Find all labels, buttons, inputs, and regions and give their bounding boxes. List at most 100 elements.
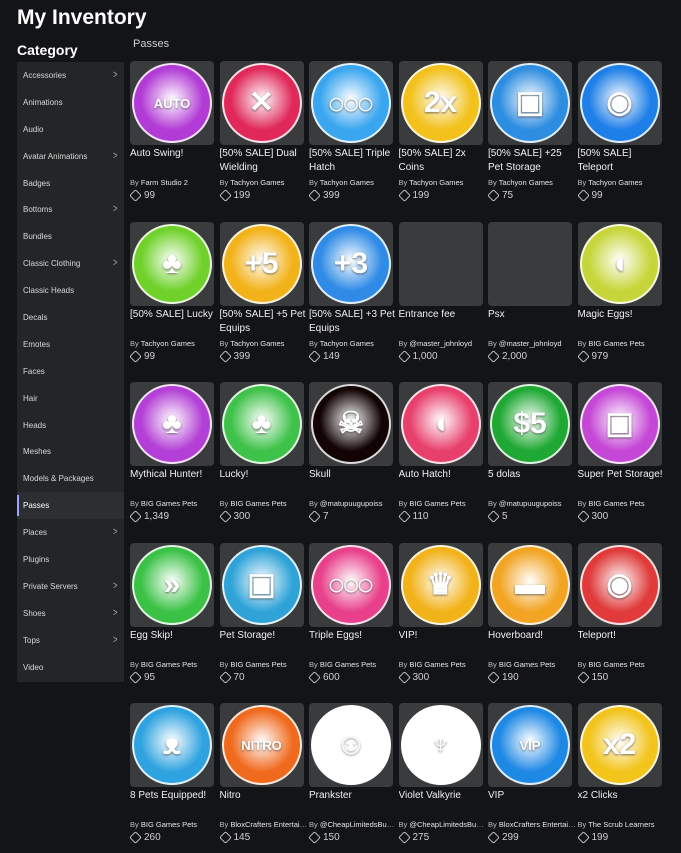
- pass-creator[interactable]: By Tachyon Games: [220, 339, 308, 348]
- sidebar-item-passes[interactable]: Passes: [17, 492, 124, 520]
- creator-name[interactable]: Tachyon Games: [499, 178, 553, 187]
- pass-creator[interactable]: By @master_johnloyd: [399, 339, 487, 348]
- sidebar-item-bottoms[interactable]: Bottoms >: [17, 196, 124, 223]
- pass-card[interactable]: ◉ [50% SALE] Teleport By Tachyon Games 99: [576, 61, 664, 211]
- sidebar-item-classic-heads[interactable]: Classic Heads: [17, 277, 124, 304]
- pass-thumbnail[interactable]: AUTO: [130, 61, 214, 145]
- creator-name[interactable]: BIG Games Pets: [588, 339, 644, 348]
- pass-creator[interactable]: By BIG Games Pets: [220, 660, 308, 669]
- sidebar-item-emotes[interactable]: Emotes: [17, 331, 124, 358]
- pass-name[interactable]: [50% SALE] +5 Pet Equips: [220, 308, 306, 336]
- creator-name[interactable]: BIG Games Pets: [141, 499, 197, 508]
- pass-card[interactable]: ♆ Violet Valkyrie By @CheapLimitedsBuyers 2…: [397, 703, 487, 853]
- pass-card[interactable]: +5 [50% SALE] +5 Pet Equips By Tachyon Gam…: [218, 221, 308, 372]
- pass-card[interactable]: VIP VIP By BloxCrafters Entertainment 299: [487, 703, 576, 853]
- pass-card[interactable]: NITRO Nitro By BloxCrafters Entertainment 1…: [218, 703, 308, 853]
- creator-name[interactable]: @matupuugupoiss: [320, 499, 383, 508]
- pass-card[interactable]: ᴥ 8 Pets Equipped! By BIG Games Pets 260: [129, 703, 218, 853]
- sidebar-item-private-servers[interactable]: Private Servers >: [17, 573, 124, 600]
- creator-name[interactable]: BIG Games Pets: [230, 499, 286, 508]
- pass-thumbnail[interactable]: ♛: [398, 542, 483, 627]
- creator-name[interactable]: @matupuugupoiss: [499, 499, 562, 508]
- creator-name[interactable]: BIG Games Pets: [499, 660, 555, 669]
- pass-card[interactable]: ▣ [50% SALE] +25 Pet Storage By Tachyon Ga…: [487, 61, 576, 211]
- pass-name[interactable]: [50% SALE] +25 Pet Storage: [488, 147, 574, 175]
- pass-thumbnail[interactable]: ♣: [130, 221, 214, 306]
- pass-creator[interactable]: By Tachyon Games: [488, 178, 576, 187]
- pass-creator[interactable]: By BIG Games Pets: [130, 660, 218, 669]
- pass-card[interactable]: ◖ Auto Hatch! By BIG Games Pets 110: [397, 382, 485, 532]
- pass-card[interactable]: ♣ [50% SALE] Lucky By Tachyon Games 99: [129, 221, 218, 372]
- sidebar-item-avatar-animations[interactable]: Avatar Animations >: [17, 143, 124, 170]
- pass-name[interactable]: [50% SALE] Triple Hatch: [309, 147, 395, 175]
- pass-creator[interactable]: By Tachyon Games: [309, 178, 397, 187]
- pass-thumbnail[interactable]: x2: [577, 703, 662, 787]
- creator-name[interactable]: Tachyon Games: [320, 339, 374, 348]
- pass-name[interactable]: Psx: [488, 308, 574, 336]
- pass-thumbnail[interactable]: ▬: [488, 542, 572, 627]
- pass-creator[interactable]: By @CheapLimitedsBuyers: [309, 820, 397, 829]
- pass-card[interactable]: ◉ Teleport! By BIG Games Pets 150: [576, 542, 666, 693]
- sidebar-item-accessories[interactable]: Accessories >: [17, 62, 124, 89]
- creator-name[interactable]: Tachyon Games: [141, 339, 195, 348]
- pass-card[interactable]: ☺ Prankster By @CheapLimitedsBuyers 150: [308, 703, 397, 853]
- pass-name[interactable]: Super Pet Storage!: [578, 468, 664, 496]
- pass-name[interactable]: [50% SALE] Teleport: [578, 147, 664, 175]
- creator-name[interactable]: @master_johnloyd: [499, 339, 562, 348]
- pass-name[interactable]: Egg Skip!: [130, 629, 216, 657]
- pass-card[interactable]: ☠ Skull By @matupuugupoiss 7: [308, 382, 397, 532]
- sidebar-item-badges[interactable]: Badges: [17, 170, 124, 197]
- pass-name[interactable]: Mythical Hunter!: [130, 468, 216, 496]
- pass-thumbnail[interactable]: ♣: [130, 382, 214, 466]
- pass-thumbnail[interactable]: ◯◯◯: [309, 542, 393, 627]
- pass-creator[interactable]: By BIG Games Pets: [488, 660, 576, 669]
- pass-creator[interactable]: By Tachyon Games: [130, 339, 218, 348]
- sidebar-item-models-packages[interactable]: Models & Packages: [17, 465, 124, 492]
- pass-card[interactable]: $5 5 dolas By @matupuugupoiss 5: [487, 382, 574, 532]
- blank-thumbnail[interactable]: [398, 221, 483, 306]
- pass-thumbnail[interactable]: ♣: [219, 382, 304, 466]
- pass-creator[interactable]: By Farm Studio 2: [130, 178, 218, 187]
- sidebar-item-places[interactable]: Places >: [17, 519, 124, 546]
- pass-card[interactable]: Entrance fee By @master_johnloyd 1,000: [397, 221, 487, 372]
- pass-thumbnail[interactable]: ▣: [219, 542, 304, 627]
- pass-creator[interactable]: By BIG Games Pets: [578, 499, 666, 508]
- pass-thumbnail[interactable]: ◖: [577, 221, 662, 306]
- pass-card[interactable]: AUTO Auto Swing! By Farm Studio 2 99: [129, 61, 218, 211]
- creator-name[interactable]: BIG Games Pets: [588, 660, 644, 669]
- pass-name[interactable]: VIP!: [399, 629, 485, 657]
- pass-card[interactable]: ♣ Lucky! By BIG Games Pets 300: [218, 382, 306, 532]
- pass-name[interactable]: Hoverboard!: [488, 629, 574, 657]
- pass-name[interactable]: Teleport!: [578, 629, 664, 657]
- sidebar-item-audio[interactable]: Audio: [17, 116, 124, 143]
- pass-name[interactable]: Pet Storage!: [220, 629, 306, 657]
- pass-creator[interactable]: By @matupuugupoiss: [309, 499, 397, 508]
- pass-creator[interactable]: By @master_johnloyd: [488, 339, 576, 348]
- pass-thumbnail[interactable]: »: [130, 542, 214, 627]
- pass-thumbnail[interactable]: ☺: [309, 703, 393, 787]
- pass-creator[interactable]: By BIG Games Pets: [399, 660, 487, 669]
- sidebar-item-plugins[interactable]: Plugins: [17, 546, 124, 573]
- pass-creator[interactable]: By BloxCrafters Entertainment: [488, 820, 576, 829]
- pass-name[interactable]: [50% SALE] 2x Coins: [399, 147, 485, 175]
- creator-name[interactable]: BIG Games Pets: [409, 660, 465, 669]
- sidebar-item-decals[interactable]: Decals: [17, 304, 124, 331]
- pass-card[interactable]: ◖ Magic Eggs! By BIG Games Pets 979: [576, 221, 664, 372]
- pass-thumbnail[interactable]: $5: [488, 382, 572, 466]
- sidebar-item-hair[interactable]: Hair: [17, 385, 124, 412]
- creator-name[interactable]: BIG Games Pets: [230, 660, 286, 669]
- creator-name[interactable]: BIG Games Pets: [141, 660, 197, 669]
- pass-creator[interactable]: By BIG Games Pets: [578, 660, 666, 669]
- pass-name[interactable]: 8 Pets Equipped!: [130, 789, 216, 817]
- pass-name[interactable]: x2 Clicks: [578, 789, 664, 817]
- pass-creator[interactable]: By BIG Games Pets: [130, 820, 218, 829]
- sidebar-item-heads[interactable]: Heads: [17, 412, 124, 439]
- pass-name[interactable]: Violet Valkyrie: [399, 789, 485, 817]
- pass-card[interactable]: ▬ Hoverboard! By BIG Games Pets 190: [487, 542, 576, 693]
- pass-name[interactable]: Nitro: [220, 789, 306, 817]
- pass-thumbnail[interactable]: ◉: [577, 542, 662, 627]
- creator-name[interactable]: @CheapLimitedsBuyers: [409, 820, 486, 829]
- pass-thumbnail[interactable]: +5: [219, 221, 304, 306]
- pass-card[interactable]: x2 x2 Clicks By The Scrub Learners 199: [576, 703, 664, 853]
- pass-card[interactable]: ▣ Pet Storage! By BIG Games Pets 70: [218, 542, 308, 693]
